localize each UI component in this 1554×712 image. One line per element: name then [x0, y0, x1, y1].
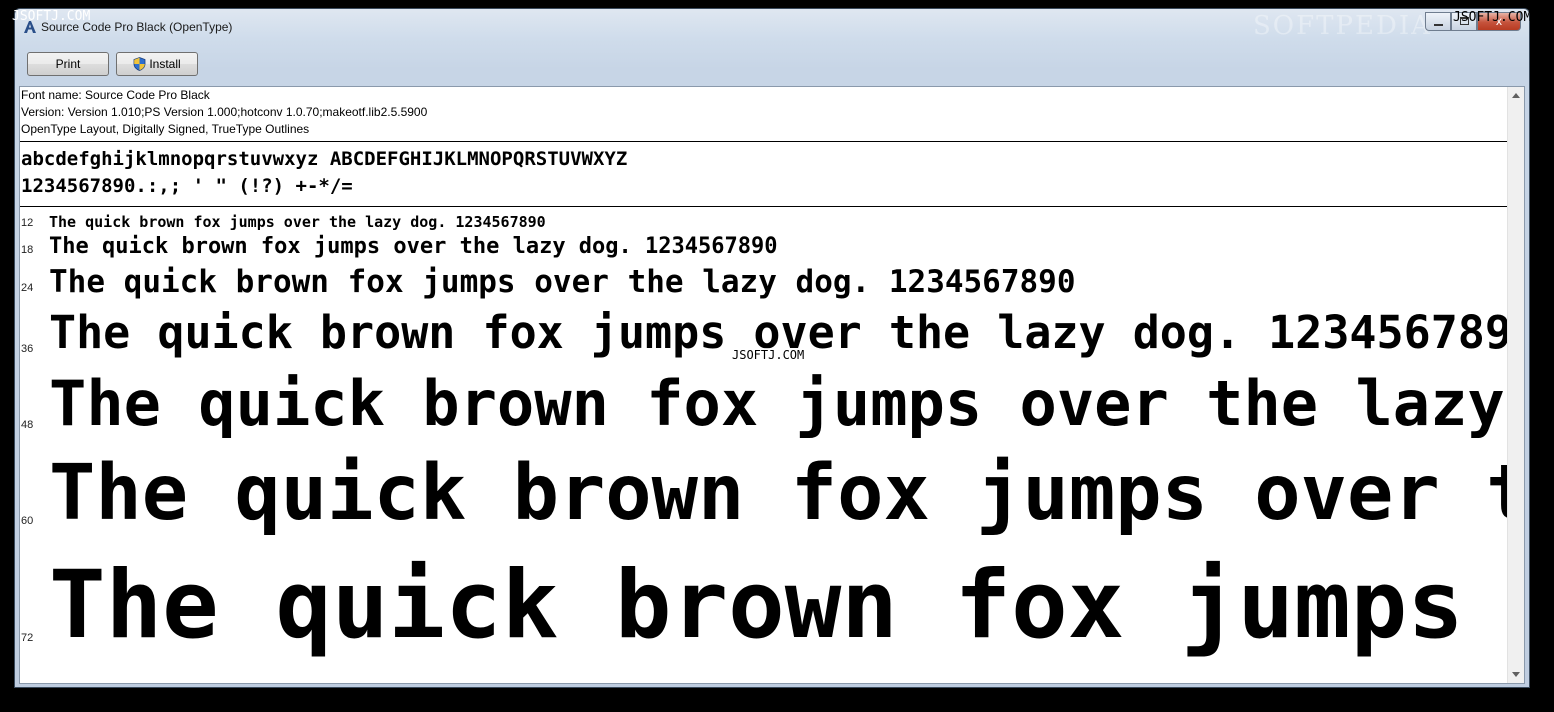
sample-row-18: 18 The quick brown fox jumps over the la…	[20, 233, 1510, 263]
font-features-line: OpenType Layout, Digitally Signed, TrueT…	[21, 122, 310, 136]
watermark-center: JSOFTJ.COM	[732, 348, 805, 362]
charset-numbers-symbols: 1234567890.:,; ' " (!?) +-*/=	[21, 175, 353, 197]
divider-bottom	[20, 206, 1510, 207]
watermark-top-right: JSOFTJ.COM	[1453, 10, 1532, 25]
font-name-line: Font name: Source Code Pro Black	[21, 88, 210, 102]
uac-shield-icon	[133, 57, 146, 71]
sample-size-label: 24	[21, 282, 34, 294]
divider-top	[20, 141, 1510, 142]
sample-text: The quick brown fox jumps over the lazy …	[49, 551, 1510, 660]
scroll-down-icon[interactable]	[1512, 672, 1520, 677]
charset-letters: abcdefghijklmnopqrstuvwxyz ABCDEFGHIJKLM…	[21, 148, 628, 170]
sample-size-label: 48	[21, 419, 34, 431]
font-info-block: Font name: Source Code Pro Black Version…	[21, 87, 427, 138]
sample-size-label: 60	[21, 515, 34, 527]
sample-row-12: 12 The quick brown fox jumps over the la…	[20, 211, 1510, 233]
scroll-up-icon[interactable]	[1512, 93, 1520, 98]
font-preview-pane[interactable]: Font name: Source Code Pro Black Version…	[19, 86, 1525, 684]
title-bar[interactable]: Source Code Pro Black (OpenType) x	[15, 9, 1529, 39]
sample-row-24: 24 The quick brown fox jumps over the la…	[20, 263, 1510, 303]
vertical-scrollbar[interactable]	[1507, 87, 1524, 683]
sample-text: The quick brown fox jumps over the lazy …	[49, 449, 1510, 538]
print-button[interactable]: Print	[27, 52, 109, 76]
sample-size-label: 18	[21, 244, 34, 256]
sample-row-72: 72 The quick brown fox jumps over the la…	[20, 545, 1510, 673]
install-button-label: Install	[149, 57, 181, 71]
sample-text: The quick brown fox jumps over the lazy …	[49, 234, 778, 259]
minimize-button[interactable]	[1425, 12, 1451, 31]
sample-row-48: 48 The quick brown fox jumps over the la…	[20, 365, 1510, 445]
sample-row-60: 60 The quick brown fox jumps over the la…	[20, 445, 1510, 545]
watermark-top-left: JSOFTJ.COM	[12, 9, 91, 24]
sample-size-label: 12	[21, 217, 34, 229]
install-button[interactable]: Install	[116, 52, 198, 76]
font-version-line: Version: Version 1.010;PS Version 1.000;…	[21, 105, 428, 119]
print-button-label: Print	[55, 57, 81, 71]
sample-size-label: 36	[21, 343, 34, 355]
sample-text: The quick brown fox jumps over the lazy …	[49, 213, 546, 231]
sample-size-label: 72	[21, 632, 34, 644]
sample-text: The quick brown fox jumps over the lazy …	[49, 264, 1076, 300]
sample-text: The quick brown fox jumps over the lazy …	[49, 367, 1510, 440]
